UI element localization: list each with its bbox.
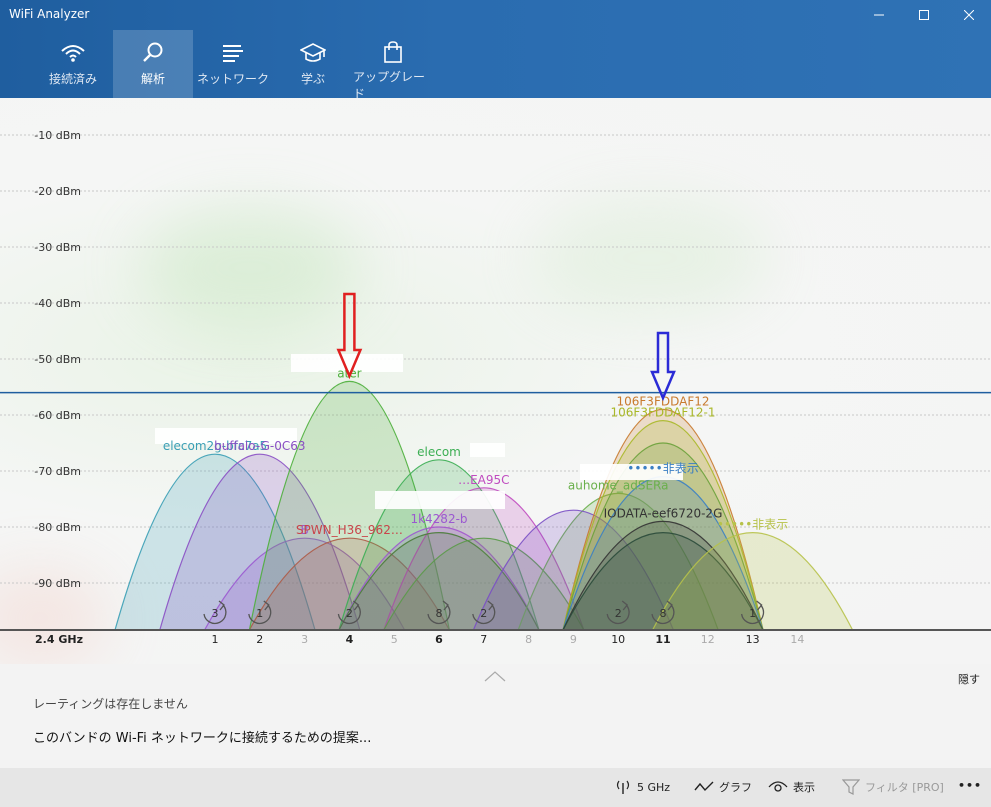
x-tick-label: 11 [655,633,670,646]
x-tick-label: 6 [435,633,443,646]
view-button[interactable]: 表示 [768,779,815,795]
y-tick-label: -10 dBm [34,129,81,142]
network-label: auhome_adSERa [568,478,669,492]
x-tick-label: 5 [391,633,398,646]
y-tick-label: -60 dBm [34,409,81,422]
x-axis-band-label: 2.4 GHz [35,633,83,646]
x-tick-label: 1 [212,633,219,646]
network-label: SPWN_H36_962… [296,523,403,537]
tab-label: ネットワーク [196,72,269,86]
marker-count: 2 [615,607,622,620]
y-tick-label: -30 dBm [34,241,81,254]
hide-button[interactable]: 隠す [958,671,980,687]
x-tick-label: 9 [570,633,577,646]
x-tick-label: 13 [746,633,760,646]
tab-upgrade[interactable]: アップグレード [353,30,433,101]
marker-count: 8 [660,607,667,620]
view-label: 表示 [793,781,815,794]
y-axis-labels: -10 dBm -20 dBm -30 dBm -40 dBm -50 dBm -60 d… [34,129,81,590]
redaction-box [470,443,505,457]
chart-canvas: -10 dBm -20 dBm -30 dBm -40 dBm -50 dBm -60 d… [0,129,991,664]
tab-connected[interactable]: 接続済み [33,30,113,98]
marker-count: 1 [749,607,756,620]
x-tick-label: 10 [611,633,625,646]
y-tick-label: -90 dBm [34,577,81,590]
minimize-icon [874,14,884,16]
network-label: 106F3FDDAF12-1 [611,406,716,420]
x-tick-label: 8 [525,633,532,646]
x-tick-label: 12 [701,633,715,646]
network-list-icon [221,40,245,66]
suggestion-text[interactable]: このバンドの Wi-Fi ネットワークに接続するための提案... [33,727,371,746]
tab-label: 学ぶ [300,72,325,86]
marker-count: 2 [346,607,353,620]
rating-text: レーティングは存在しません [33,697,188,711]
tab-network[interactable]: ネットワーク [193,30,273,98]
network-label: •••••非表示 [627,462,698,476]
wifi-icon [60,40,86,66]
network-label: …EA95C [458,473,509,487]
maximize-button[interactable] [901,0,947,30]
close-button[interactable] [946,0,991,30]
y-tick-label: -20 dBm [34,185,81,198]
marker-count: 2 [480,607,487,620]
marker-count: 8 [436,607,443,620]
chevron-up-icon[interactable] [484,670,506,682]
tab-label: 解析 [140,72,165,86]
tab-label: 接続済み [48,72,97,86]
redaction-box [375,491,505,509]
filter-button[interactable]: フィルタ [PRO] [842,779,944,795]
antenna-icon [616,780,630,794]
app-title: WiFi Analyzer [9,7,90,21]
marker-count: 1 [256,607,263,620]
x-axis: 2.4 GHz 1 2 3 4 5 6 7 8 9 10 11 12 13 14 [0,629,991,646]
filter-label: フィルタ [PRO] [865,781,944,794]
x-tick-label: 7 [480,633,487,646]
network-label: elecom [417,445,461,459]
tab-analyze[interactable]: 解析 [113,30,193,98]
title-bar: WiFi Analyzer 接続済み 解析 ネットワーク 学ぶ アップグレード [0,0,991,101]
network-label: IODATA-eef6720-2G [604,506,723,520]
maximize-icon [919,10,929,20]
y-tick-label: -80 dBm [34,521,81,534]
network-label: •••••非表示 [717,518,788,532]
x-tick-label: 3 [301,633,308,646]
y-tick-label: -50 dBm [34,353,81,366]
graduation-cap-icon [300,40,326,66]
network-label: 1k4282-b [410,512,467,526]
eye-icon [768,781,788,792]
signal-chart: -10 dBm -20 dBm -30 dBm -40 dBm -50 dBm -60 d… [0,98,991,664]
filter-icon [842,779,860,795]
x-tick-label: 14 [790,633,804,646]
y-tick-label: -40 dBm [34,297,81,310]
graph-label: グラフ [719,781,752,794]
graph-line-icon [694,781,714,792]
rating-panel: 隠す レーティングは存在しません このバンドの Wi-Fi ネットワークに接続す… [0,664,991,768]
minimize-button[interactable] [856,0,902,30]
tab-learn[interactable]: 学ぶ [273,30,353,98]
command-bar: 5 GHz グラフ 表示 フィルタ [PRO] ••• [0,768,991,807]
band-label: 5 GHz [637,780,671,794]
shopping-bag-icon [382,40,404,64]
analyze-icon [141,40,165,66]
network-label: buffalo-G-0C63 [214,439,305,453]
close-icon [964,10,974,20]
band-button[interactable]: 5 GHz [614,779,670,795]
graph-button[interactable]: グラフ [694,779,752,795]
tab-label: アップグレード [353,70,426,101]
more-button[interactable]: ••• [958,779,982,792]
marker-count: 3 [212,607,219,620]
x-tick-label: 4 [346,633,354,646]
y-tick-label: -70 dBm [34,465,81,478]
x-tick-label: 2 [256,633,263,646]
annotation-arrow [650,331,676,402]
